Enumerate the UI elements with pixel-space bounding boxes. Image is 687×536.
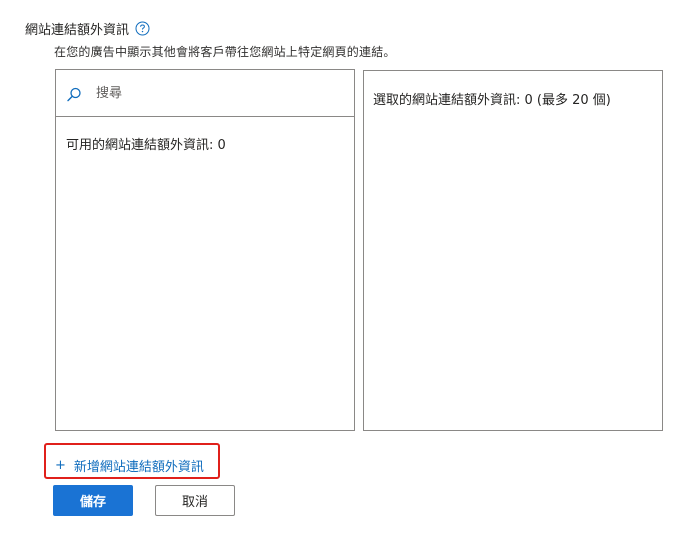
- add-sitelink-link[interactable]: + 新增網站連結額外資訊: [55, 456, 204, 475]
- search-icon: [66, 87, 82, 103]
- selected-count-label: 選取的網站連結額外資訊: 0 (最多 20 個): [373, 93, 611, 108]
- section-header: 網站連結額外資訊: [25, 19, 150, 38]
- available-sitelinks-panel: 可用的網站連結額外資訊: 0: [55, 69, 355, 431]
- selected-sitelinks-panel: 選取的網站連結額外資訊: 0 (最多 20 個): [363, 70, 663, 431]
- section-title: 網站連結額外資訊: [25, 23, 130, 38]
- save-button[interactable]: 儲存: [53, 485, 133, 516]
- add-sitelink-label: 新增網站連結額外資訊: [73, 460, 204, 475]
- search-box: [56, 70, 354, 117]
- search-input[interactable]: [96, 82, 336, 104]
- help-circle-icon[interactable]: [135, 21, 150, 36]
- cancel-button[interactable]: 取消: [155, 485, 235, 516]
- section-description: 在您的廣告中顯示其他會將客戶帶往您網站上特定網頁的連結。: [54, 45, 396, 59]
- plus-icon: +: [55, 458, 66, 473]
- available-count-label: 可用的網站連結額外資訊: 0: [66, 138, 226, 153]
